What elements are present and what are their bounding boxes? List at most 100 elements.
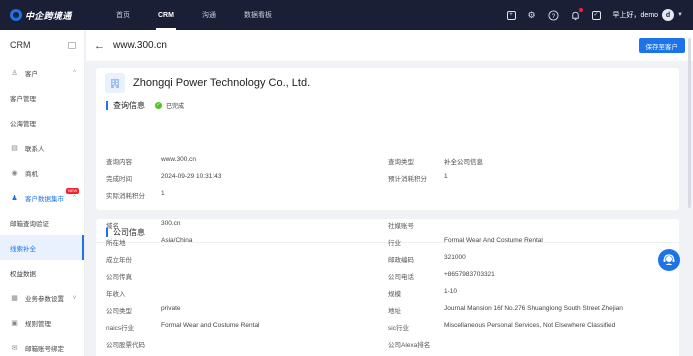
- sidebar-item-entitlement-data[interactable]: 权益数据: [0, 260, 84, 285]
- sidebar-item-rules[interactable]: ▣ 规则管理: [0, 310, 84, 335]
- page-header: ← www.300.cn 保存至客户: [86, 30, 693, 61]
- sidebar-item-customers[interactable]: ♙ 客户 ^: [0, 60, 84, 85]
- checkbox-icon[interactable]: ✓: [591, 10, 601, 20]
- field-label: sic行业: [388, 325, 409, 332]
- field-label: 邮政编码: [388, 257, 414, 264]
- field-label: 域名: [106, 223, 119, 230]
- location-pin-icon: ◉: [11, 169, 18, 177]
- nav-communication[interactable]: 沟通: [188, 0, 230, 30]
- sidebar-item-email-verify[interactable]: 邮箱查询验证: [0, 210, 84, 235]
- chevron-down-icon: v: [73, 294, 76, 301]
- greeting-text: 早上好，demo: [612, 12, 659, 19]
- field-label: 完成时间: [106, 176, 132, 183]
- field-value: Miscellaneous Personal Services, Not Els…: [444, 322, 616, 329]
- field-label: 行业: [388, 240, 401, 247]
- section-accent-bar: [106, 100, 108, 110]
- field-label: 公司电话: [388, 274, 414, 281]
- field-label: 成立年份: [106, 257, 132, 264]
- field-label: 年收入: [106, 291, 126, 298]
- field-value: Formal Wear And Costume Rental: [444, 237, 543, 244]
- field-label: 公司Alexa排名: [388, 342, 431, 349]
- sidebar-item-business-settings[interactable]: ▦ 业务参数设置 v: [0, 285, 84, 310]
- field-label: 所在地: [106, 240, 126, 247]
- field-label: 查询内容: [106, 159, 132, 166]
- sidebar-item-label: 邮箱账号绑定: [25, 345, 64, 353]
- collapse-sidebar-icon[interactable]: [68, 41, 76, 49]
- sidebar-item-public-pool[interactable]: 公海管理: [0, 110, 84, 135]
- top-right-tools: + ⚙ ? ✓ 早上好，demo d ▼: [497, 0, 693, 30]
- query-section-title: 查询信息 ✓ 已完成: [96, 97, 679, 113]
- company-name: Zhongqi Power Technology Co., Ltd.: [133, 77, 311, 89]
- field-label: naics行业: [106, 325, 135, 332]
- contact-card-icon: ▤: [11, 144, 18, 152]
- help-icon[interactable]: ?: [548, 9, 560, 21]
- sidebar-item-opportunities[interactable]: ◉ 商机: [0, 160, 84, 185]
- nav-dashboard[interactable]: 数据看板: [230, 0, 286, 30]
- field-label: 规模: [388, 291, 401, 298]
- field-value: private: [161, 305, 181, 312]
- sidebar: CRM ♙ 客户 ^ 客户管理 公海管理 ▤ 联系人 ◉ 商机 ♟ 客户数据集市…: [0, 30, 85, 356]
- chevron-up-icon: ^: [73, 69, 76, 76]
- sidebar-item-label: 客户数据集市: [25, 195, 64, 203]
- field-value: 1: [161, 190, 165, 197]
- back-arrow-icon[interactable]: ←: [94, 40, 105, 52]
- status-badge: ✓ 已完成: [155, 101, 184, 110]
- sidebar-item-email-binding[interactable]: ✉ 邮箱账号绑定: [0, 335, 84, 356]
- field-label: 公司传真: [106, 274, 132, 281]
- nav-home[interactable]: 首页: [102, 0, 144, 30]
- field-value: +8657983703321: [444, 271, 495, 278]
- bell-icon[interactable]: [570, 8, 583, 21]
- nav-crm[interactable]: CRM: [144, 0, 188, 30]
- sidebar-item-lead-completion[interactable]: 线索补全: [0, 235, 84, 260]
- avatar[interactable]: d: [662, 9, 675, 21]
- logo[interactable]: 中企跨境通: [0, 0, 92, 30]
- sidebar-item-contacts[interactable]: ▤ 联系人: [0, 135, 84, 160]
- status-text: 已完成: [166, 103, 185, 110]
- sidebar-item-label: 线索补全: [10, 245, 36, 253]
- notification-dot: [578, 8, 583, 12]
- field-label: 查询类型: [388, 159, 414, 166]
- field-value: www.300.cn: [161, 156, 197, 163]
- field-label: 社媒账号: [388, 223, 414, 230]
- field-value: Journal Mansion 16f No.276 Shuanglong So…: [444, 305, 623, 312]
- user-icon: ♙: [11, 69, 18, 77]
- scrollbar-thumb[interactable]: [688, 38, 691, 208]
- grid-icon: ▦: [11, 294, 18, 302]
- customer-service-icon: [663, 254, 675, 265]
- field-label: 公司类型: [106, 308, 132, 315]
- main-nav: 首页 CRM 沟通 数据看板: [102, 0, 286, 30]
- field-value: 300.cn: [161, 220, 181, 227]
- logo-icon: [10, 9, 22, 21]
- sidebar-item-label: 邮箱查询验证: [10, 220, 49, 228]
- sidebar-item-label: 权益数据: [10, 270, 36, 278]
- users-icon: ♟: [11, 194, 18, 202]
- field-label: 实际消耗积分: [106, 193, 145, 200]
- sidebar-item-label: 业务参数设置: [25, 295, 64, 303]
- sidebar-item-label: 联系人: [25, 145, 45, 153]
- support-chat-button[interactable]: [658, 249, 680, 271]
- field-label: 公司股票代码: [106, 342, 145, 349]
- sidebar-title: CRM: [10, 40, 31, 50]
- field-value: 1-10: [444, 288, 458, 295]
- sidebar-item-label: 公海管理: [10, 120, 36, 128]
- sidebar-item-label: 商机: [25, 170, 38, 178]
- sidebar-item-data-market[interactable]: ♟ 客户数据集市 NEW ^: [0, 185, 84, 210]
- mail-icon: ✉: [11, 344, 18, 352]
- logo-text: 中企跨境通: [25, 10, 72, 21]
- field-label: 预计消耗积分: [388, 176, 427, 183]
- svg-text:?: ?: [552, 12, 556, 19]
- field-value: Asia/China: [161, 237, 193, 244]
- section-title-text: 查询信息: [113, 100, 145, 110]
- new-badge: NEW: [66, 188, 80, 194]
- sidebar-item-label: 规则管理: [25, 320, 51, 328]
- save-to-customer-button[interactable]: 保存至客户: [638, 38, 685, 53]
- field-value: 321000: [444, 254, 466, 261]
- sidebar-header: CRM: [0, 30, 84, 60]
- field-label: 地址: [388, 308, 401, 315]
- rules-icon: ▣: [11, 319, 18, 327]
- chevron-down-icon[interactable]: ▼: [677, 12, 683, 18]
- settings-icon[interactable]: ⚙: [526, 9, 538, 21]
- expand-icon[interactable]: +: [506, 10, 516, 20]
- sidebar-item-customer-management[interactable]: 客户管理: [0, 85, 84, 110]
- query-info-card: Zhongqi Power Technology Co., Ltd. 查询信息 …: [96, 68, 679, 210]
